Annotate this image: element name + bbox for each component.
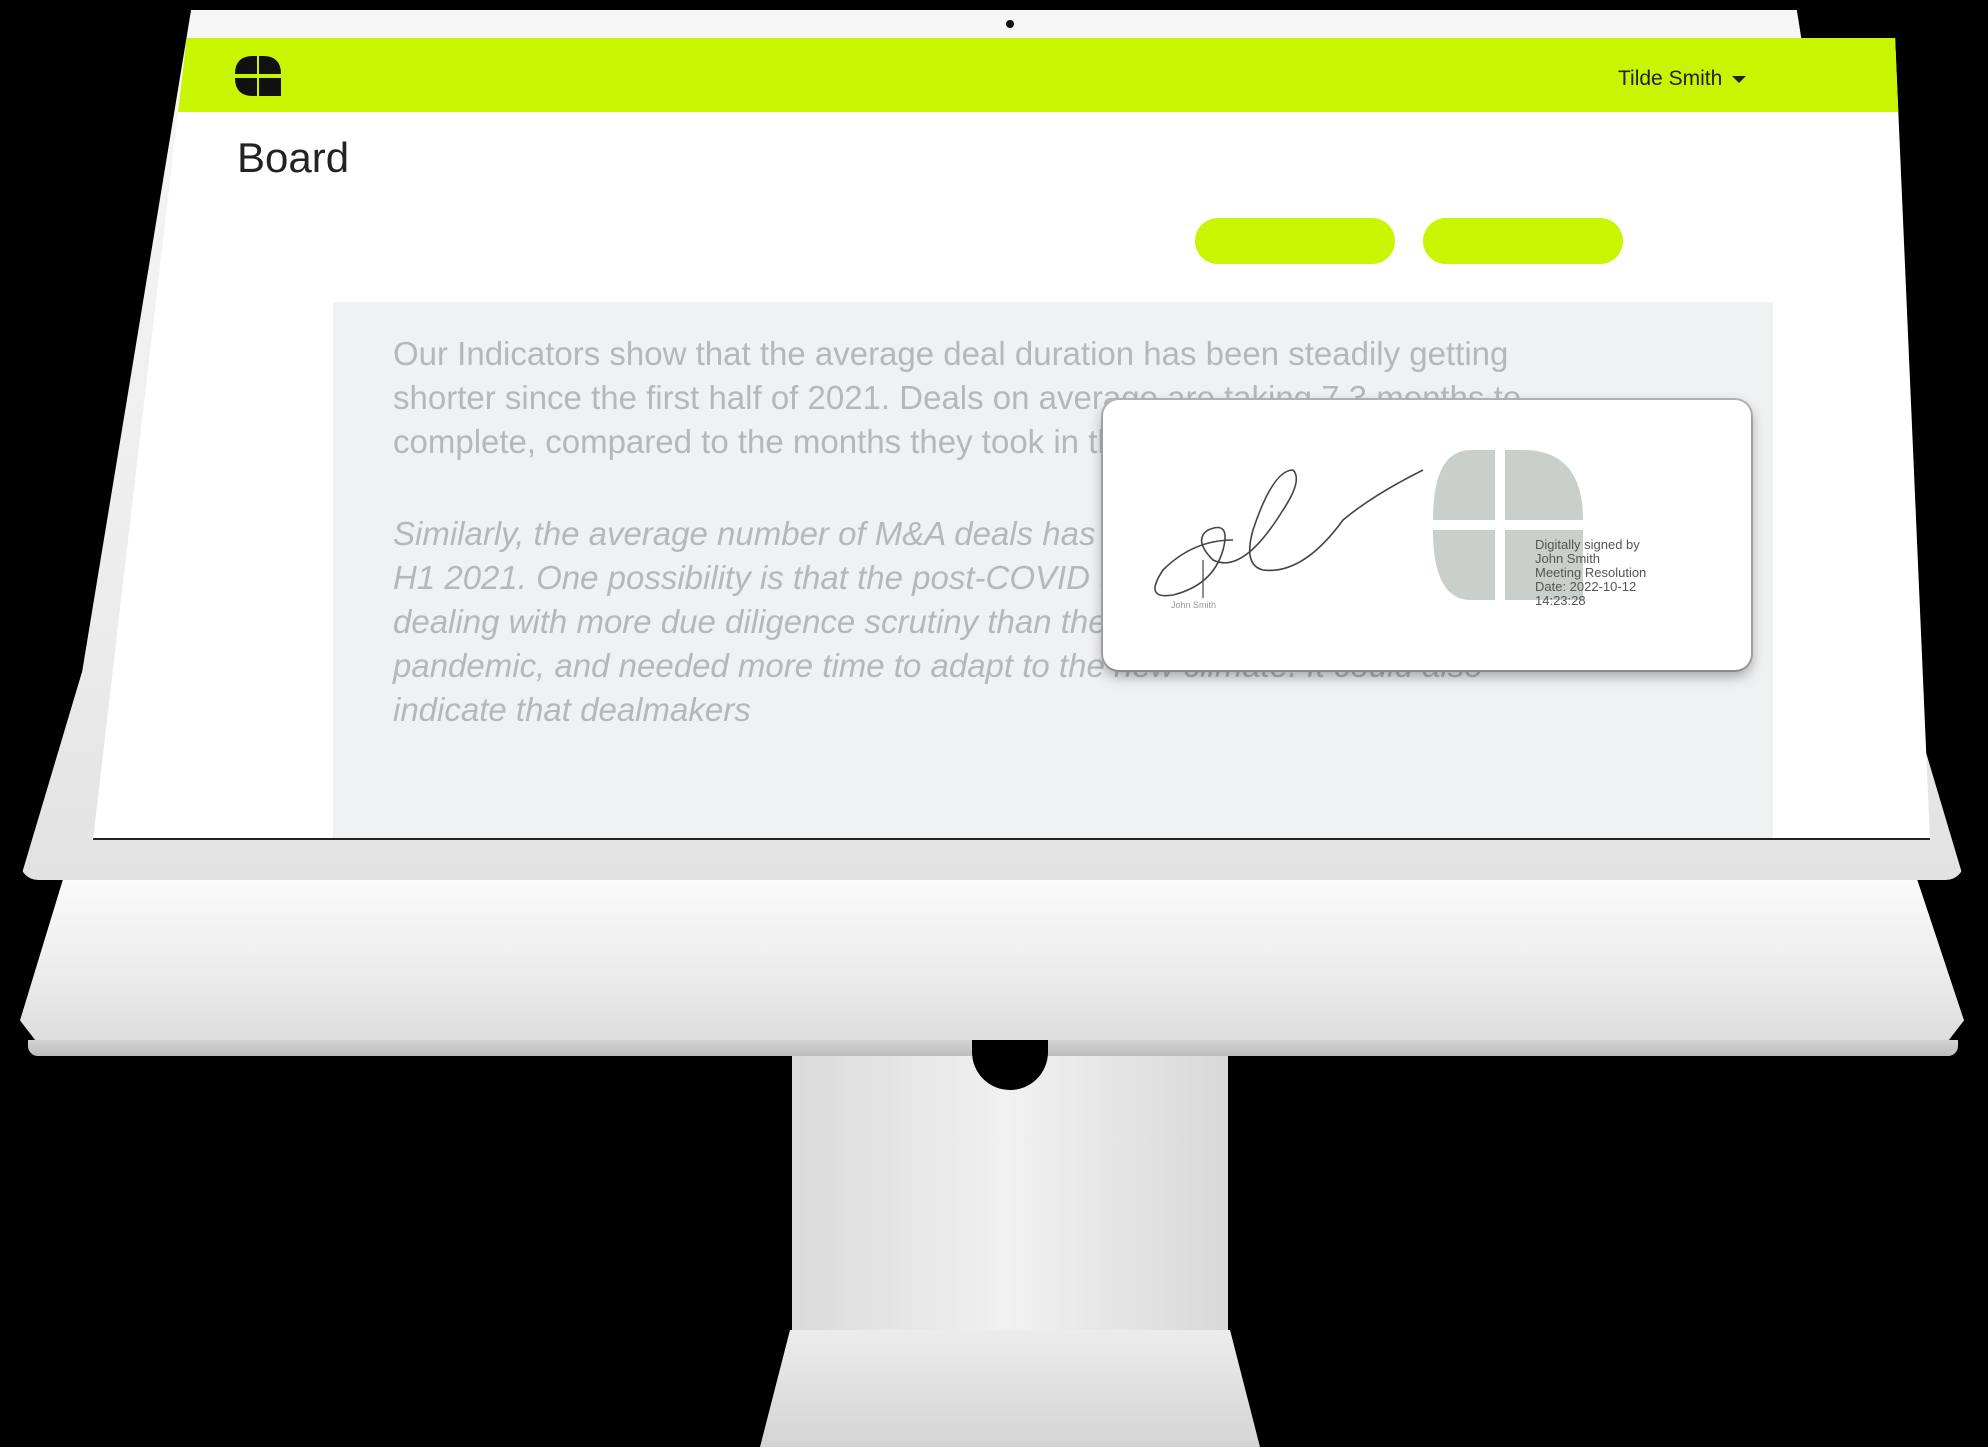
sig-meta-line: Date: 2022-10-12 — [1535, 579, 1637, 594]
signature-card[interactable]: John Smith Digitally signed by John Smit… — [1103, 400, 1751, 670]
signature-seal-graphic — [1154, 450, 1583, 600]
signer-caption: John Smith — [1171, 600, 1217, 610]
user-name: Tilde Smith — [1618, 67, 1723, 90]
page-title: Board — [237, 134, 350, 181]
primary-action-button[interactable] — [1195, 218, 1395, 264]
camera-icon — [1006, 20, 1014, 28]
sig-meta-line: John Smith — [1535, 551, 1601, 566]
chevron-down-icon — [1732, 75, 1747, 83]
monitor-chin — [20, 880, 1964, 1046]
monitor-stand — [792, 1056, 1228, 1356]
sig-meta-line: 14:23:28 — [1535, 593, 1586, 608]
secondary-action-button[interactable] — [1423, 218, 1623, 264]
monitor-mockup: Tilde Smith Board Our Indicators show th… — [0, 0, 1988, 1447]
user-menu[interactable]: Tilde Smith — [1618, 67, 1747, 91]
sig-meta-line: Digitally signed by — [1535, 537, 1640, 552]
top-bar: Tilde Smith — [93, 38, 1930, 112]
signature-metadata: Digitally signed by John Smith Meeting R… — [1535, 538, 1735, 608]
sig-meta-line: Meeting Resolution — [1535, 565, 1647, 580]
handwritten-signature — [1154, 469, 1424, 597]
app-screen: Tilde Smith Board Our Indicators show th… — [93, 38, 1930, 840]
four-petal-logo-icon[interactable] — [233, 54, 283, 98]
monitor-foot — [760, 1330, 1260, 1447]
